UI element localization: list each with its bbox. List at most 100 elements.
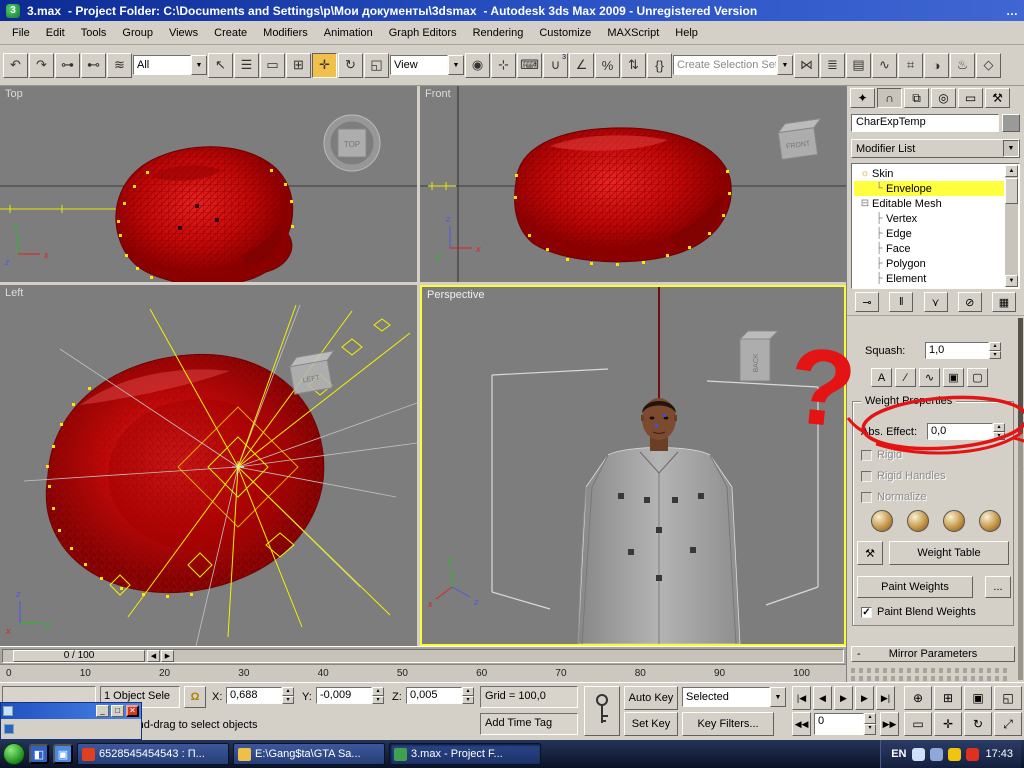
keyboard-shortcut-override-icon[interactable]: ⌨: [517, 52, 542, 78]
top-viewport[interactable]: TOP x y z Top: [0, 86, 417, 282]
next-key-icon[interactable]: ▶▶: [880, 712, 899, 736]
menu-item[interactable]: Create: [206, 24, 255, 42]
use-pivot-point-center-icon[interactable]: ◉: [465, 52, 490, 78]
stack-item[interactable]: ├ Vertex: [854, 211, 1004, 226]
select-and-uniform-scale-icon[interactable]: ◱: [364, 52, 389, 78]
snaps-toggle-icon[interactable]: ∪ 3: [543, 52, 568, 78]
stack-item[interactable]: ├ Element: [854, 271, 1004, 286]
select-and-link-icon[interactable]: ⊶: [55, 52, 80, 78]
spinner-icon[interactable]: ▴ ▾: [864, 713, 876, 735]
spinner-icon[interactable]: ▴ ▾: [993, 423, 1005, 440]
set-key-mode-icon[interactable]: [584, 686, 620, 736]
configure-modifier-sets-icon[interactable]: ▦: [992, 292, 1016, 312]
pan-view-icon[interactable]: ✛: [934, 712, 962, 736]
paint-weights-button[interactable]: Paint Weights: [857, 576, 973, 598]
remove-modifier-icon[interactable]: ⊘: [957, 292, 982, 312]
menu-item[interactable]: Group: [114, 24, 161, 42]
mini-window-titlebar[interactable]: _ □ ✕: [1, 703, 141, 719]
show-end-result-icon[interactable]: ‖: [889, 292, 914, 312]
volume-tray-icon[interactable]: [930, 747, 944, 761]
weight-tool-wrench-icon[interactable]: ⚒: [857, 541, 883, 565]
menu-item[interactable]: Edit: [38, 24, 73, 42]
taskbar-task-button[interactable]: 3.max - Project F...: [389, 743, 541, 765]
quick-launch-icon-2[interactable]: ▣: [53, 744, 73, 764]
scroll-down-icon[interactable]: ▼: [1005, 275, 1018, 287]
previous-frame-nub-icon[interactable]: ◀: [147, 649, 160, 662]
viewport-label[interactable]: Top: [5, 88, 23, 100]
menu-item[interactable]: Animation: [316, 24, 381, 42]
zoom-all-icon[interactable]: ⊞: [934, 686, 962, 710]
title-bar[interactable]: 3 3.max - Project Folder: C:\Documents a…: [0, 0, 1024, 21]
arc-rotate-icon[interactable]: ↻: [964, 712, 992, 736]
chevron-down-icon[interactable]: ▼: [448, 55, 464, 75]
menu-item[interactable]: File: [4, 24, 38, 42]
chevron-down-icon[interactable]: ▼: [191, 55, 207, 75]
render-setup-icon[interactable]: ♨: [950, 52, 975, 78]
utilities-tab-icon[interactable]: ⚒: [985, 88, 1010, 108]
quick-launch-icon-1[interactable]: ◧: [29, 744, 49, 764]
next-frame-icon[interactable]: ▶: [855, 686, 874, 710]
undo-icon[interactable]: ↶: [3, 52, 28, 78]
menu-item[interactable]: Views: [161, 24, 206, 42]
stack-item[interactable]: └ Envelope: [854, 181, 1004, 196]
mirror-parameters-rollout[interactable]: - Mirror Parameters: [851, 646, 1015, 662]
spinner-icon[interactable]: ▴ ▾: [989, 342, 1001, 359]
antivirus-tray-icon[interactable]: [948, 747, 962, 761]
chevron-down-icon[interactable]: ▼: [1003, 140, 1019, 157]
language-indicator[interactable]: EN: [891, 748, 906, 760]
key-filter-dropdown[interactable]: Selected ▼: [682, 687, 786, 707]
select-and-move-icon[interactable]: ✛: [312, 52, 337, 78]
edit-named-selection-sets-icon[interactable]: {}: [647, 52, 672, 78]
network-tray-icon[interactable]: [912, 747, 926, 761]
go-to-end-icon[interactable]: ▶|: [876, 686, 895, 710]
stack-item[interactable]: ☼ Skin: [854, 166, 1004, 181]
stack-item[interactable]: ├ Face: [854, 241, 1004, 256]
zoom-icon[interactable]: ⊕: [904, 686, 932, 710]
spinner-snap-toggle-icon[interactable]: ⇅: [621, 52, 646, 78]
pin-stack-icon[interactable]: ⊸: [855, 292, 879, 312]
modifier-stack[interactable]: ▲ ▼ ☼ Skin └ Envelope ⊟ Editable Mesh ├ …: [851, 163, 1020, 289]
spinner-icon[interactable]: ▴ ▾: [372, 687, 384, 704]
align-icon[interactable]: ≣: [820, 52, 845, 78]
time-slider-track[interactable]: 0 / 100 ◀ ▶: [2, 648, 844, 663]
scroll-up-icon[interactable]: ▲: [1005, 165, 1018, 177]
stack-item[interactable]: ⊟ Editable Mesh: [854, 196, 1004, 211]
letter-a-icon[interactable]: A: [871, 368, 892, 387]
perspective-viewport[interactable]: BACK x y z Perspective: [420, 285, 846, 646]
viewport-label[interactable]: Left: [5, 287, 23, 299]
z-coordinate-field[interactable]: 0,005 ▴ ▾: [406, 687, 474, 704]
select-and-rotate-icon[interactable]: ↻: [338, 52, 363, 78]
y-coordinate-field[interactable]: -0,009 ▴ ▾: [316, 687, 384, 704]
rectangular-selection-region-icon[interactable]: ▭: [260, 52, 285, 78]
squash-field[interactable]: 1,0 ▴ ▾: [925, 342, 1001, 359]
curve-editor-icon[interactable]: ∿: [872, 52, 897, 78]
object-name-field[interactable]: CharExpTemp: [851, 114, 999, 132]
copy-icon[interactable]: ▣: [943, 368, 964, 387]
go-to-start-icon[interactable]: |◀: [792, 686, 811, 710]
close-icon[interactable]: ✕: [126, 705, 139, 717]
viewport-label[interactable]: Front: [425, 88, 451, 100]
selection-lock-icon[interactable]: Ω: [184, 686, 206, 708]
rollout-scrollbar[interactable]: [1018, 318, 1023, 680]
curve-icon[interactable]: ∿: [919, 368, 940, 387]
hierarchy-tab-icon[interactable]: ⧉: [904, 88, 929, 108]
chevron-down-icon[interactable]: ▼: [770, 687, 786, 707]
angle-snap-toggle-icon[interactable]: ∠: [569, 52, 594, 78]
x-coordinate-field[interactable]: 0,688 ▴ ▾: [226, 687, 294, 704]
display-tab-icon[interactable]: ▭: [958, 88, 983, 108]
add-time-tag[interactable]: Add Time Tag: [480, 713, 578, 735]
reference-coordinate-dropdown[interactable]: View ▼: [390, 55, 464, 75]
stack-item[interactable]: ├ Polygon: [854, 256, 1004, 271]
stack-item[interactable]: ├ Edge: [854, 226, 1004, 241]
bind-to-space-warp-icon[interactable]: ≋: [107, 52, 132, 78]
named-selection-set-combo[interactable]: Create Selection Set ▼: [673, 55, 793, 75]
menu-item[interactable]: Modifiers: [255, 24, 316, 42]
previous-key-icon[interactable]: ◀◀: [792, 712, 811, 736]
set-key-button[interactable]: Set Key: [624, 712, 678, 736]
front-viewport[interactable]: FRONT x z y Front: [420, 86, 846, 282]
background-mini-window[interactable]: _ □ ✕: [0, 702, 142, 740]
maximize-viewport-toggle-icon[interactable]: ⤢: [994, 712, 1022, 736]
previous-frame-icon[interactable]: ◀: [813, 686, 832, 710]
left-viewport[interactable]: LEFT y z x Left: [0, 285, 417, 646]
taskbar-clock[interactable]: 17:43: [985, 748, 1013, 760]
